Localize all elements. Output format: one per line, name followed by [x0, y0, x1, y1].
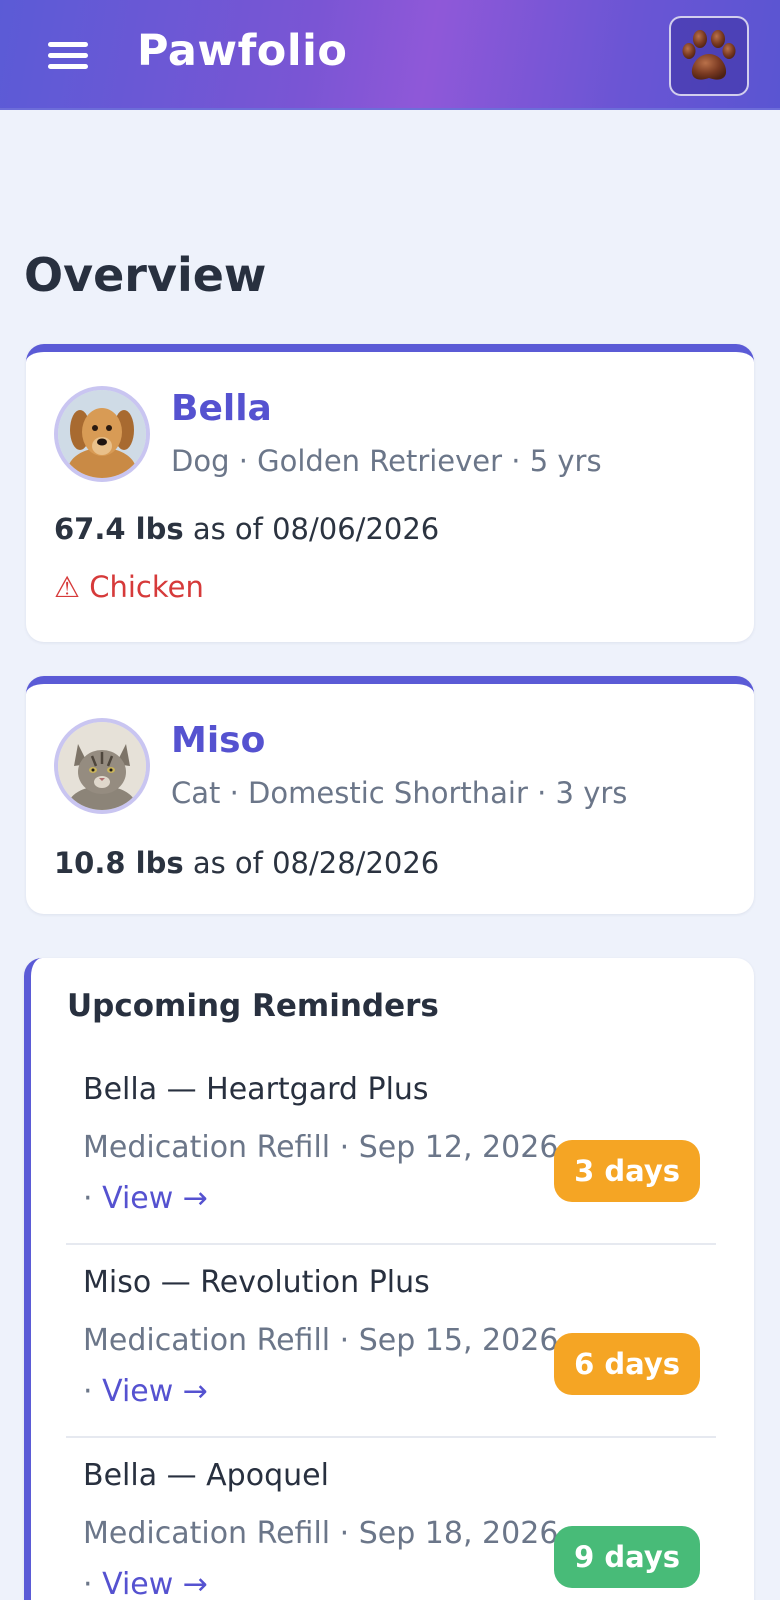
days-badge: 9 days — [554, 1526, 700, 1588]
view-link[interactable]: View → — [102, 1181, 208, 1216]
menu-line — [48, 64, 88, 69]
hamburger-menu-icon[interactable] — [48, 40, 88, 72]
allergy-warning: ⚠ Chicken — [54, 570, 204, 604]
pet-weight: 10.8 lbs as of 08/28/2026 — [54, 846, 439, 880]
menu-line — [48, 53, 88, 58]
paw-print-icon[interactable] — [669, 16, 749, 96]
weight-value: 67.4 lbs — [54, 512, 184, 546]
days-badge: 6 days — [554, 1333, 700, 1395]
weight-date: as of 08/28/2026 — [192, 846, 440, 880]
warning-icon: ⚠ — [54, 570, 80, 604]
reminder-detail: Medication Refill · Sep 15, 2026 · View … — [83, 1315, 567, 1417]
avatar — [54, 718, 150, 814]
reminder-detail: Medication Refill · Sep 18, 2026 · View … — [83, 1508, 563, 1600]
pet-weight: 67.4 lbs as of 08/06/2026 — [54, 512, 439, 546]
allergy-label: Chicken — [89, 570, 204, 604]
view-link[interactable]: View → — [102, 1374, 208, 1409]
reminder-title: Bella — Apoquel — [83, 1458, 329, 1493]
reminder-detail: Medication Refill · Sep 12, 2026 · View … — [83, 1122, 563, 1224]
menu-line — [48, 42, 88, 47]
days-badge: 3 days — [554, 1140, 700, 1202]
pet-name[interactable]: Miso — [171, 720, 265, 761]
reminder-title: Miso — Revolution Plus — [83, 1265, 430, 1300]
pet-card-miso[interactable]: Miso Cat · Domestic Shorthair · 3 yrs 10… — [26, 676, 754, 914]
avatar — [54, 386, 150, 482]
reminder-item[interactable]: Bella — Heartgard Plus Medication Refill… — [66, 1058, 716, 1245]
upcoming-reminders-panel: Upcoming Reminders Bella — Heartgard Plu… — [24, 958, 754, 1600]
reminders-title: Upcoming Reminders — [67, 988, 439, 1024]
reminder-item[interactable]: Miso — Revolution Plus Medication Refill… — [66, 1251, 716, 1438]
pet-card-bella[interactable]: Bella Dog · Golden Retriever · 5 yrs 67.… — [26, 344, 754, 642]
weight-date: as of 08/06/2026 — [192, 512, 440, 546]
pet-meta: Dog · Golden Retriever · 5 yrs — [171, 444, 602, 478]
page-title: Overview — [24, 248, 267, 302]
view-link[interactable]: View → — [102, 1567, 208, 1600]
app-header: Pawfolio — [0, 0, 780, 110]
pet-meta: Cat · Domestic Shorthair · 3 yrs — [171, 776, 628, 810]
weight-value: 10.8 lbs — [54, 846, 184, 880]
reminder-item[interactable]: Bella — Apoquel Medication Refill · Sep … — [66, 1444, 716, 1600]
app-title: Pawfolio — [137, 26, 348, 76]
reminder-title: Bella — Heartgard Plus — [83, 1072, 429, 1107]
pet-name[interactable]: Bella — [171, 388, 272, 429]
